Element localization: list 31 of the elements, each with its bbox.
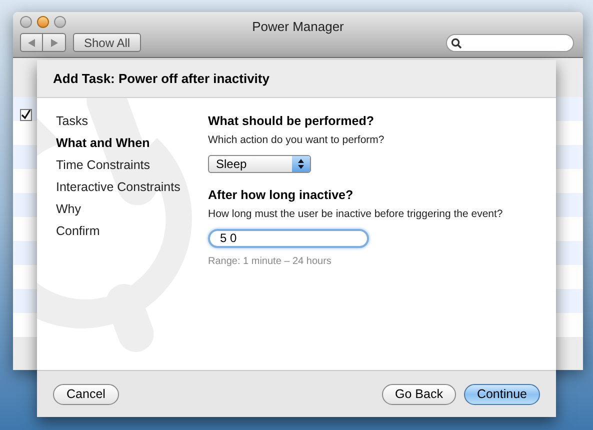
section-heading: After how long inactive? [208,186,354,204]
forward-button[interactable] [43,33,66,52]
step-item[interactable]: What and When [56,135,208,152]
sheet-title: Add Task: Power off after inactivity [53,70,270,88]
prompt-text: Which action do you want to perform? [208,133,386,148]
range-hint: Range: 1 minute – 24 hours [208,254,332,268]
checkbox[interactable] [20,109,32,121]
duration-field[interactable]: 5 0 [208,228,369,248]
continue-button[interactable]: Continue [464,384,540,404]
section-heading: What should be performed? [208,113,375,130]
prompt-text: How long must the user be inactive before triggering the event? [208,206,503,222]
step-item[interactable]: Tasks [56,113,208,130]
action-dropdown[interactable]: Sleep [208,154,311,173]
window-title: Power Manager [252,19,344,34]
dialog-button[interactable]: Cancel [53,384,119,404]
stepper-arrows-icon [298,158,304,169]
back-button[interactable] [20,33,43,52]
left-arrow-icon [28,38,35,46]
zoom-icon[interactable] [54,16,66,28]
search-field[interactable] [446,34,574,52]
minimize-icon[interactable] [37,16,49,28]
show-all-button[interactable]: Show All [73,33,142,52]
step-item[interactable]: Time Constraints [56,157,208,174]
search-icon [451,38,462,48]
checkmark-icon [21,110,31,120]
step-item[interactable]: Confirm [56,223,208,240]
step-item[interactable]: Why [56,201,208,218]
close-icon[interactable] [20,16,32,28]
step-item[interactable]: Interactive Constraints [56,179,208,196]
dialog-button[interactable]: Go Back [382,384,456,404]
right-arrow-icon [50,38,58,46]
